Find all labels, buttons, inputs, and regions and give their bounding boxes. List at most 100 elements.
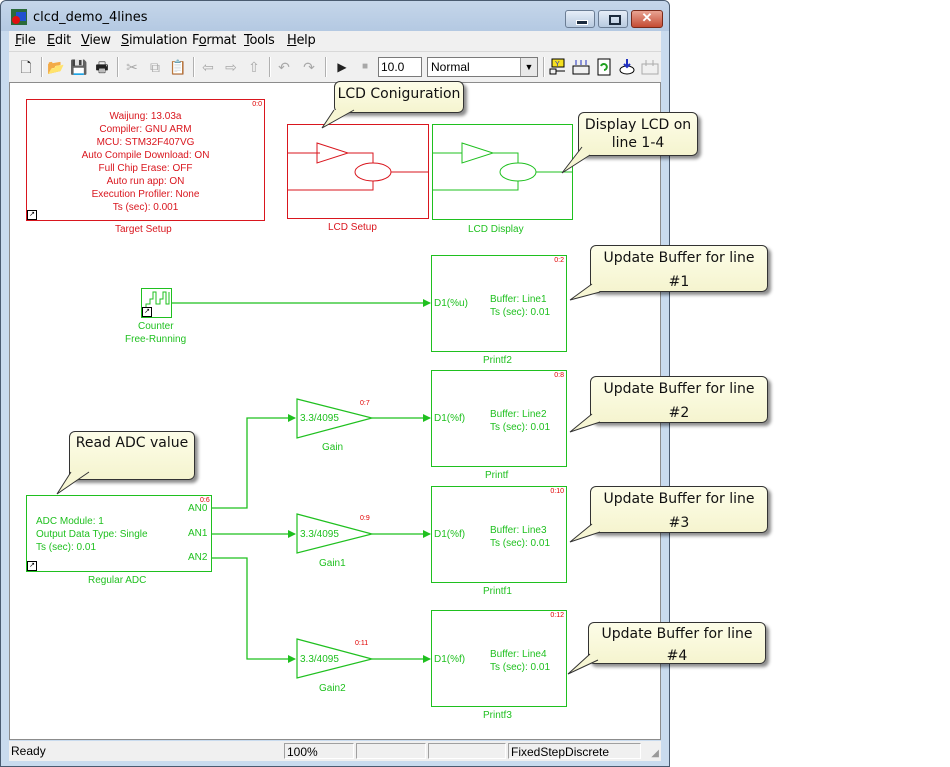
close-icon: ✕: [641, 10, 653, 25]
model-canvas[interactable]: 0:0 Waijung: 13.03a Compiler: GNU ARM MC…: [9, 82, 661, 740]
status-text: Ready: [11, 744, 46, 758]
callout-line2: Update Buffer for line #2: [590, 376, 768, 423]
menu-view-rest: iew: [89, 33, 111, 48]
title-bar[interactable]: clcd_demo_4lines ✕: [1, 1, 669, 31]
callout-pointer: [321, 109, 355, 129]
callout-pointer: [56, 471, 90, 495]
printf-buffer: Buffer: Line2: [490, 409, 547, 420]
callout-text: LCD Coniguration: [337, 86, 461, 102]
menu-view[interactable]: View: [81, 33, 111, 48]
target-setup-params: Waijung: 13.03a Compiler: GNU ARM MCU: S…: [27, 110, 264, 214]
menu-tools-rest: ools: [249, 33, 275, 48]
new-icon[interactable]: 🗋: [17, 58, 35, 76]
library-browser-icon[interactable]: Y: [549, 58, 567, 76]
stop-time-input[interactable]: 10.0: [378, 57, 422, 77]
priority-label: 0:9: [360, 515, 370, 522]
printf2-block[interactable]: 0:2 D1(%u) Buffer: Line1 Ts (sec): 0.01: [431, 255, 567, 352]
maximize-button[interactable]: [598, 10, 628, 28]
menu-tools[interactable]: Tools: [244, 33, 275, 48]
callout-line4: Update Buffer for line #4: [588, 622, 766, 664]
callout-pointer: [567, 653, 599, 675]
adc-port-an1: AN1: [188, 528, 208, 539]
signal-an2-to-gain2[interactable]: [211, 557, 296, 663]
menu-simulation-mnemonic: S: [121, 33, 129, 48]
menu-help-rest: elp: [296, 33, 316, 48]
printf1-label: Printf1: [483, 586, 512, 597]
callout-display-lcd: Display LCD on line 1-4: [578, 112, 698, 156]
menu-edit-rest: dit: [54, 33, 71, 48]
simulation-mode-select[interactable]: Normal ▼: [427, 57, 538, 77]
adc-param: Ts (sec): 0.01: [36, 542, 97, 553]
play-icon[interactable]: ▶: [333, 58, 351, 76]
menu-edit[interactable]: Edit: [47, 33, 71, 48]
menu-format[interactable]: Format: [192, 33, 236, 48]
lcd-setup-block[interactable]: [287, 124, 429, 219]
simulation-mode-value: Normal: [431, 60, 470, 74]
printf-ts: Ts (sec): 0.01: [490, 422, 551, 433]
simulink-app-icon: [11, 9, 27, 25]
printf1-block[interactable]: 0:10 D1(%f) Buffer: Line3 Ts (sec): 0.01: [431, 486, 567, 583]
gain2-value: 3.3/4095: [300, 654, 339, 665]
undo-icon[interactable]: ↶: [275, 58, 293, 76]
gain1-value: 3.3/4095: [300, 529, 339, 540]
menu-help[interactable]: Help: [287, 33, 316, 48]
cut-icon[interactable]: ✂: [123, 58, 141, 76]
counter-block[interactable]: ↗: [141, 288, 172, 318]
status-cell-empty: [356, 743, 426, 759]
printf-input-port: D1(%f): [434, 413, 466, 424]
status-bar: Ready 100% FixedStepDiscrete ◢: [9, 741, 661, 761]
solver-name: FixedStepDiscrete: [508, 743, 641, 759]
paste-icon[interactable]: 📋: [169, 58, 187, 76]
model-explorer-icon[interactable]: [618, 58, 636, 76]
regular-adc-block[interactable]: 0:6 ADC Module: 1 Output Data Type: Sing…: [26, 495, 212, 572]
chevron-down-icon[interactable]: ▼: [520, 58, 537, 76]
target-setup-block[interactable]: 0:0 Waijung: 13.03a Compiler: GNU ARM MC…: [26, 99, 265, 221]
callout-text: Update Buffer for line #1: [603, 250, 755, 290]
menu-simulation[interactable]: Simulation: [121, 33, 188, 48]
minimize-button[interactable]: [565, 10, 595, 28]
library-link-icon: ↗: [27, 561, 37, 571]
adc-param: Output Data Type: Single: [36, 529, 148, 540]
status-cell-empty: [428, 743, 506, 759]
callout-line1: Update Buffer for line #1: [590, 245, 768, 292]
printf-ts: Ts (sec): 0.01: [490, 662, 551, 673]
redo-icon[interactable]: ↷: [300, 58, 318, 76]
printf3-block[interactable]: 0:12 D1(%f) Buffer: Line4 Ts (sec): 0.01: [431, 610, 567, 707]
save-icon[interactable]: 💾: [70, 58, 88, 76]
callout-pointer: [561, 146, 591, 174]
callout-text: Update Buffer for line #3: [603, 491, 755, 531]
callout-text: Update Buffer for line #4: [601, 626, 753, 664]
callout-text: Read ADC value: [75, 435, 189, 451]
target-setup-label: Target Setup: [115, 224, 172, 235]
open-icon[interactable]: 📂: [47, 58, 65, 76]
adc-port-an2: AN2: [188, 552, 208, 563]
copy-icon[interactable]: ⧉: [146, 58, 164, 76]
close-button[interactable]: ✕: [631, 10, 663, 28]
toolbar-separator: [543, 57, 545, 77]
stop-icon[interactable]: ■: [356, 58, 374, 76]
up-icon[interactable]: ⇧: [245, 58, 263, 76]
menu-file[interactable]: File: [15, 33, 36, 48]
printf-buffer: Buffer: Line4: [490, 649, 547, 660]
build-icon[interactable]: [572, 58, 590, 76]
forward-icon[interactable]: ⇨: [222, 58, 240, 76]
printf-ts: Ts (sec): 0.01: [490, 307, 551, 318]
toolbar-separator: [117, 57, 119, 77]
adc-param: ADC Module: 1: [36, 516, 104, 527]
priority-label: 0:0: [252, 101, 262, 108]
printf-block[interactable]: 0:8 D1(%f) Buffer: Line2 Ts (sec): 0.01: [431, 370, 567, 467]
target-param: Auto Compile Download: ON: [81, 150, 210, 161]
minimize-icon: [576, 20, 588, 25]
update-diagram-icon[interactable]: [595, 58, 613, 76]
printf2-label: Printf2: [483, 355, 512, 366]
menu-simulation-rest: imulation: [128, 33, 188, 48]
signal-an0-to-gain[interactable]: [211, 414, 296, 509]
debug-icon[interactable]: [641, 58, 659, 76]
print-icon[interactable]: 🖶: [93, 58, 111, 76]
printf-input-port: D1(%u): [434, 298, 468, 309]
lcd-display-block[interactable]: [432, 124, 573, 220]
back-icon[interactable]: ⇦: [199, 58, 217, 76]
gain-label: Gain: [322, 442, 344, 453]
callout-pointer: [569, 523, 601, 543]
resize-grip-icon[interactable]: ◢: [651, 748, 659, 759]
